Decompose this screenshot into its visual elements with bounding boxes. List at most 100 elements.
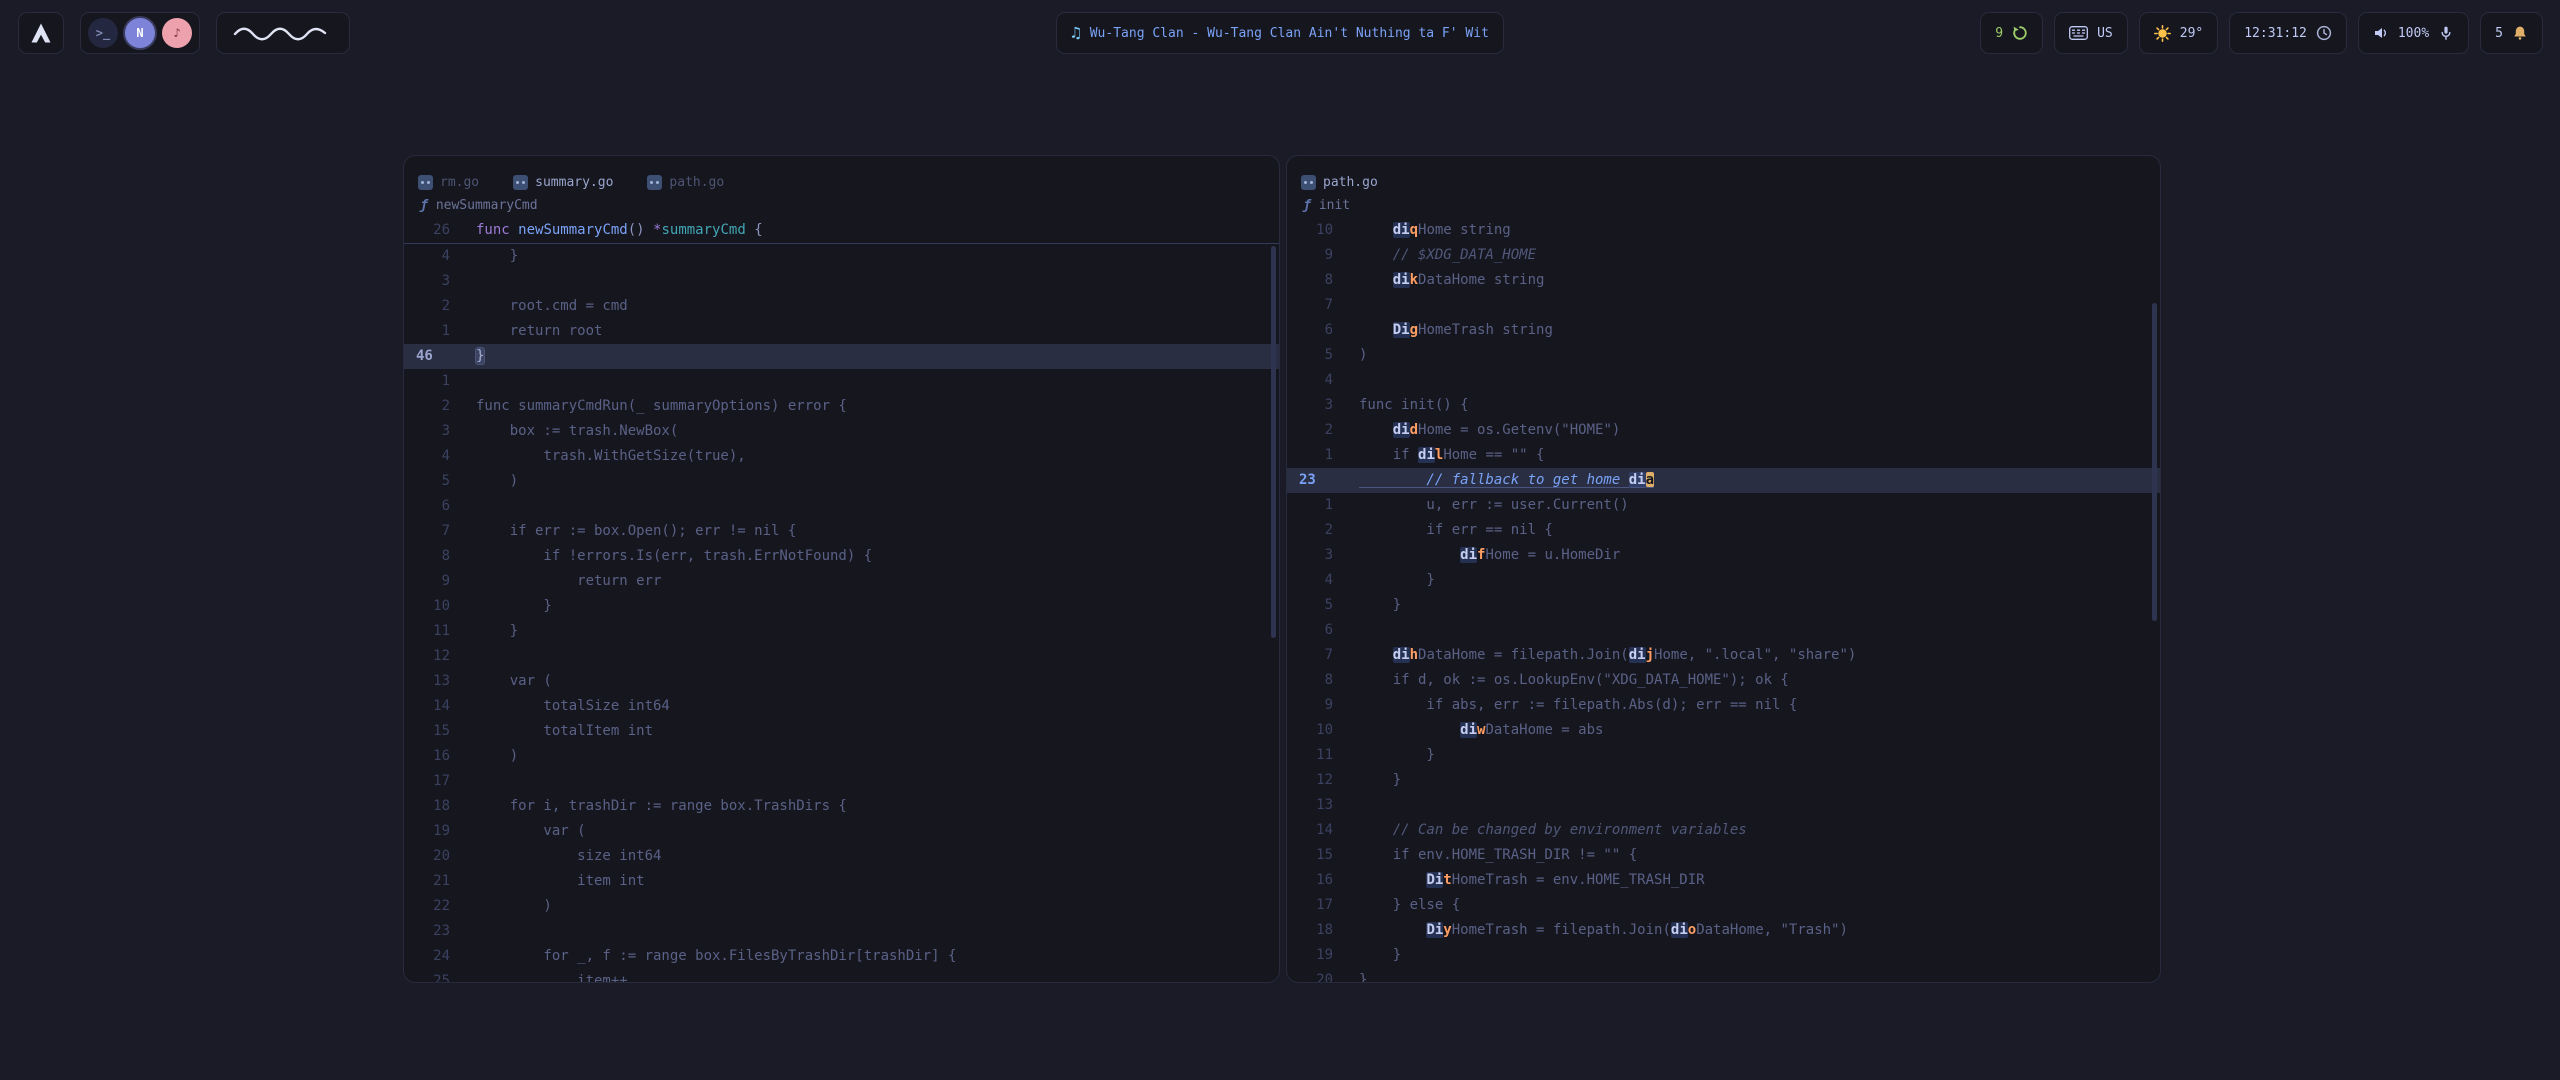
code-line[interactable]: 6: [1287, 618, 2160, 643]
code-line[interactable]: 8 if !errors.Is(err, trash.ErrNotFound) …: [404, 544, 1279, 569]
line-number: 19: [404, 819, 450, 844]
code-line[interactable]: 5): [1287, 343, 2160, 368]
code-line[interactable]: 19 var (: [404, 819, 1279, 844]
media-player-widget[interactable]: ♫ Wu-Tang Clan - Wu-Tang Clan Ain't Nuth…: [1056, 12, 1504, 54]
scrollbar-left[interactable]: [1271, 246, 1276, 638]
code-line[interactable]: 3: [404, 269, 1279, 294]
tab-label: path.go: [669, 175, 724, 190]
code-line[interactable]: 6 DigHomeTrash string: [1287, 318, 2160, 343]
code-line[interactable]: 10 diwDataHome = abs: [1287, 718, 2160, 743]
code-line[interactable]: 22 ): [404, 894, 1279, 919]
volume-widget[interactable]: 100%: [2358, 12, 2469, 54]
weather-widget[interactable]: 29°: [2139, 12, 2218, 54]
workspace-3-music-player[interactable]: ♪: [162, 18, 192, 48]
window-title-pill[interactable]: [216, 12, 350, 54]
code-line[interactable]: 18 for i, trashDir := range box.TrashDir…: [404, 794, 1279, 819]
code-line[interactable]: 17 } else {: [1287, 893, 2160, 918]
code-line[interactable]: 3func init() {: [1287, 393, 2160, 418]
code-line[interactable]: 10 diqHome string: [1287, 218, 2160, 243]
code-line[interactable]: 2 if err == nil {: [1287, 518, 2160, 543]
code-line[interactable]: 4 }: [404, 244, 1279, 269]
launcher-button[interactable]: [18, 12, 64, 54]
code-line[interactable]: 10 }: [404, 594, 1279, 619]
line-number: 2: [1287, 518, 1333, 543]
notifications-widget[interactable]: 5: [2480, 12, 2543, 54]
code-line[interactable]: 9 if abs, err := filepath.Abs(d); err ==…: [1287, 693, 2160, 718]
code-line[interactable]: 24 for _, f := range box.FilesByTrashDir…: [404, 944, 1279, 969]
tab-path.go[interactable]: path.go: [647, 175, 724, 190]
code-line[interactable]: 4: [1287, 368, 2160, 393]
code-line[interactable]: 21 item int: [404, 869, 1279, 894]
code-line[interactable]: 7: [1287, 293, 2160, 318]
code-line[interactable]: 4 }: [1287, 568, 2160, 593]
line-text: }: [1359, 743, 1435, 768]
line-number: 3: [404, 269, 450, 294]
code-line[interactable]: 1: [404, 369, 1279, 394]
code-line[interactable]: 11 }: [1287, 743, 2160, 768]
code-line[interactable]: 14 totalSize int64: [404, 694, 1279, 719]
code-line[interactable]: 3 box := trash.NewBox(: [404, 419, 1279, 444]
code-line[interactable]: 20}: [1287, 968, 2160, 983]
code-line[interactable]: 13: [1287, 793, 2160, 818]
go-file-icon: [1301, 175, 1316, 190]
code-line[interactable]: 3 difHome = u.HomeDir: [1287, 543, 2160, 568]
code-line[interactable]: 12 }: [1287, 768, 2160, 793]
line-text: for _, f := range box.FilesByTrashDir[tr…: [476, 944, 956, 969]
line-number: 23: [404, 919, 450, 944]
code-line[interactable]: 19 }: [1287, 943, 2160, 968]
workspace-1-terminal[interactable]: >_: [88, 18, 118, 48]
breadcrumb: newSummaryCmd: [436, 198, 538, 213]
code-line[interactable]: 2 didHome = os.Getenv("HOME"): [1287, 418, 2160, 443]
code-line[interactable]: 9 // $XDG_DATA_HOME: [1287, 243, 2160, 268]
line-number: 7: [1287, 643, 1333, 668]
code-line[interactable]: 1 if dilHome == "" {: [1287, 443, 2160, 468]
code-line[interactable]: 7 if err := box.Open(); err != nil {: [404, 519, 1279, 544]
code-line[interactable]: 11 }: [404, 619, 1279, 644]
workspace-2-neovim[interactable]: N: [125, 18, 155, 48]
code-line[interactable]: 2 root.cmd = cmd: [404, 294, 1279, 319]
code-line[interactable]: 15 totalItem int: [404, 719, 1279, 744]
code-line[interactable]: 1 return root: [404, 319, 1279, 344]
code-line[interactable]: 25 item++: [404, 969, 1279, 983]
updates-widget[interactable]: 9: [1980, 12, 2043, 54]
line-number: 20: [404, 844, 450, 869]
line-text: trash.WithGetSize(true),: [476, 444, 746, 469]
code-line[interactable]: 1 u, err := user.Current(): [1287, 493, 2160, 518]
code-line[interactable]: 16 DitHomeTrash = env.HOME_TRASH_DIR: [1287, 868, 2160, 893]
tab-path.go[interactable]: path.go: [1301, 175, 1378, 190]
line-number: 4: [404, 244, 450, 269]
code-line[interactable]: 15 if env.HOME_TRASH_DIR != "" {: [1287, 843, 2160, 868]
code-line[interactable]: 46}: [404, 344, 1279, 369]
line-text: return err: [476, 569, 661, 594]
line-text: if env.HOME_TRASH_DIR != "" {: [1359, 843, 1637, 868]
code-line[interactable]: 13 var (: [404, 669, 1279, 694]
code-line[interactable]: 12: [404, 644, 1279, 669]
code-line[interactable]: 14 // Can be changed by environment vari…: [1287, 818, 2160, 843]
code-line[interactable]: 18 DiyHomeTrash = filepath.Join(dioDataH…: [1287, 918, 2160, 943]
code-line[interactable]: 5 ): [404, 469, 1279, 494]
clock-widget[interactable]: 12:31:12: [2229, 12, 2347, 54]
keyboard-layout-widget[interactable]: US: [2054, 12, 2128, 54]
scrollbar-right[interactable]: [2152, 303, 2157, 621]
line-number: 10: [1287, 718, 1333, 743]
code-line[interactable]: 17: [404, 769, 1279, 794]
code-line[interactable]: 5 }: [1287, 593, 2160, 618]
tab-summary.go[interactable]: summary.go: [513, 175, 613, 190]
code-line[interactable]: 7 dihDataHome = filepath.Join(dijHome, "…: [1287, 643, 2160, 668]
topbar-right-group: 9 US 29° 12:31:12: [1980, 12, 2543, 54]
code-line[interactable]: 4 trash.WithGetSize(true),: [404, 444, 1279, 469]
code-line[interactable]: 20 size int64: [404, 844, 1279, 869]
line-text: if !errors.Is(err, trash.ErrNotFound) {: [476, 544, 872, 569]
line-text: func init() {: [1359, 393, 1469, 418]
code-line[interactable]: 8 dikDataHome string: [1287, 268, 2160, 293]
line-number: 13: [1287, 793, 1333, 818]
code-line[interactable]: 2func summaryCmdRun(_ summaryOptions) er…: [404, 394, 1279, 419]
code-line[interactable]: 8 if d, ok := os.LookupEnv("XDG_DATA_HOM…: [1287, 668, 2160, 693]
code-line[interactable]: 23 // fallback to get home dia: [1287, 468, 2160, 493]
tab-rm.go[interactable]: rm.go: [418, 175, 479, 190]
code-line[interactable]: 6: [404, 494, 1279, 519]
code-line[interactable]: 16 ): [404, 744, 1279, 769]
code-line[interactable]: 9 return err: [404, 569, 1279, 594]
code-line[interactable]: 23: [404, 919, 1279, 944]
context-line[interactable]: 26func newSummaryCmd() *summaryCmd {: [404, 218, 1279, 244]
